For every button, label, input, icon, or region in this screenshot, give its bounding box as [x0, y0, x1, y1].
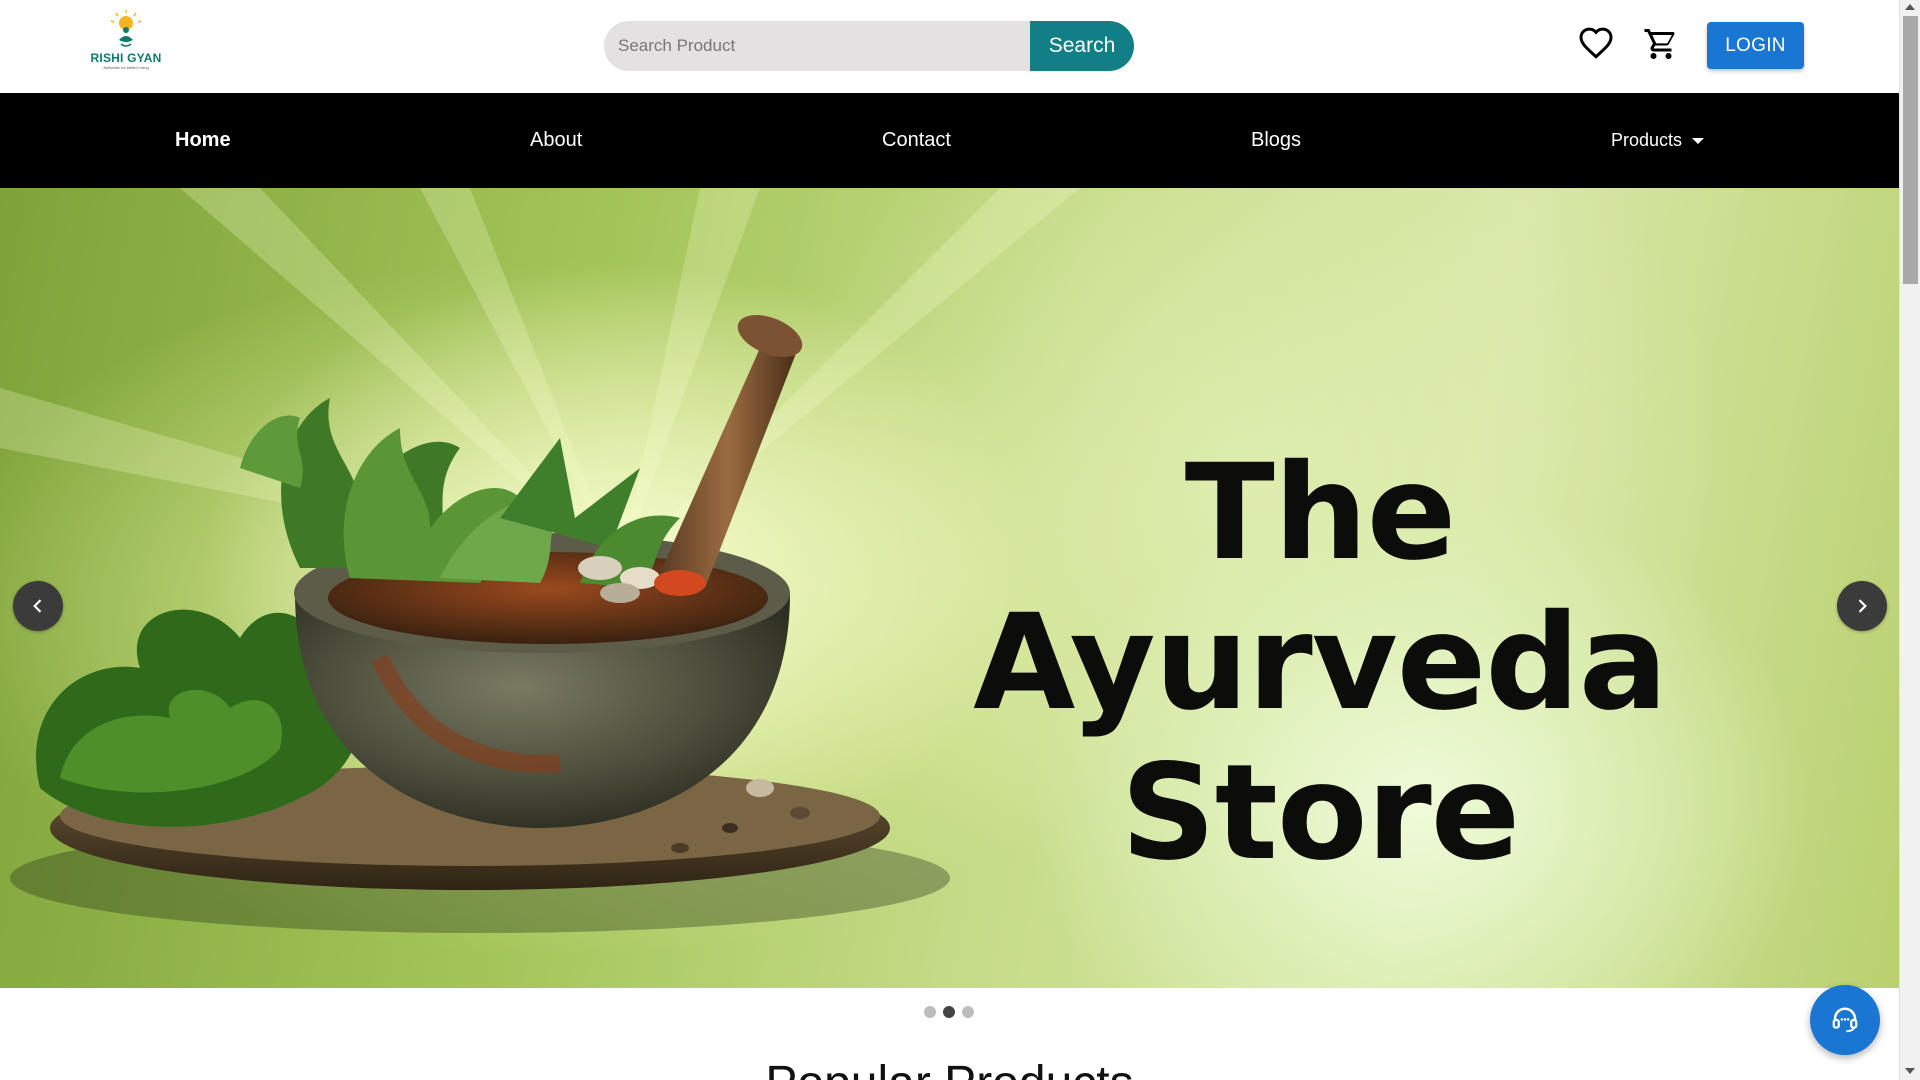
logo-tagline: Authentic for better Living: [103, 65, 149, 70]
chevron-left-icon: [33, 599, 42, 613]
login-button[interactable]: LOGIN: [1707, 22, 1804, 69]
chevron-right-icon: [1858, 599, 1867, 613]
nav-item-contact[interactable]: Contact: [882, 93, 951, 188]
logo-name: RISHI GYAN: [90, 51, 162, 65]
cart-button[interactable]: [1641, 24, 1681, 64]
site-logo[interactable]: RISHI GYAN Authentic for better Living: [90, 10, 162, 78]
support-chat-button[interactable]: [1810, 985, 1880, 1055]
search-input[interactable]: [604, 21, 1044, 71]
hero-carousel: The Ayurveda Store: [0, 188, 1899, 988]
nav-item-label: Products: [1611, 130, 1683, 150]
nav-item-label: About: [530, 129, 583, 151]
caret-down-icon: [1692, 137, 1705, 144]
heart-icon: [1579, 27, 1613, 59]
hero-title: The Ayurveda Store: [973, 436, 1668, 890]
nav-item-label: Blogs: [1251, 129, 1302, 151]
section-title: Popular Products: [0, 1056, 1899, 1080]
headset-icon: [1832, 1007, 1858, 1033]
main-nav: Home About Contact Blogs Products: [0, 93, 1899, 188]
nav-item-about[interactable]: About: [530, 93, 582, 188]
wishlist-button[interactable]: [1576, 24, 1616, 64]
scroll-up-icon[interactable]: [1905, 4, 1915, 10]
carousel-dot-1[interactable]: [924, 1006, 936, 1018]
search-button[interactable]: Search: [1030, 21, 1134, 71]
scroll-down-icon[interactable]: [1905, 1068, 1915, 1074]
carousel-dot-2[interactable]: [943, 1006, 955, 1018]
scroll-thumb[interactable]: [1903, 16, 1918, 284]
cart-icon: [1644, 29, 1675, 59]
carousel-next-button[interactable]: [1837, 581, 1887, 631]
search-bar: Search: [604, 21, 1134, 71]
carousel-dot-3[interactable]: [962, 1006, 974, 1018]
site-header: RISHI GYAN Authentic for better Living S…: [0, 0, 1899, 93]
carousel-indicators: [924, 1006, 974, 1018]
carousel-prev-button[interactable]: [13, 581, 63, 631]
nav-item-products[interactable]: Products: [1611, 93, 1705, 188]
nav-item-label: Home: [175, 129, 231, 151]
logo-icon: [110, 10, 142, 47]
nav-item-home[interactable]: Home: [175, 93, 231, 188]
page-scrollbar[interactable]: [1899, 0, 1920, 1080]
nav-item-blogs[interactable]: Blogs: [1251, 93, 1301, 188]
nav-item-label: Contact: [882, 129, 951, 151]
